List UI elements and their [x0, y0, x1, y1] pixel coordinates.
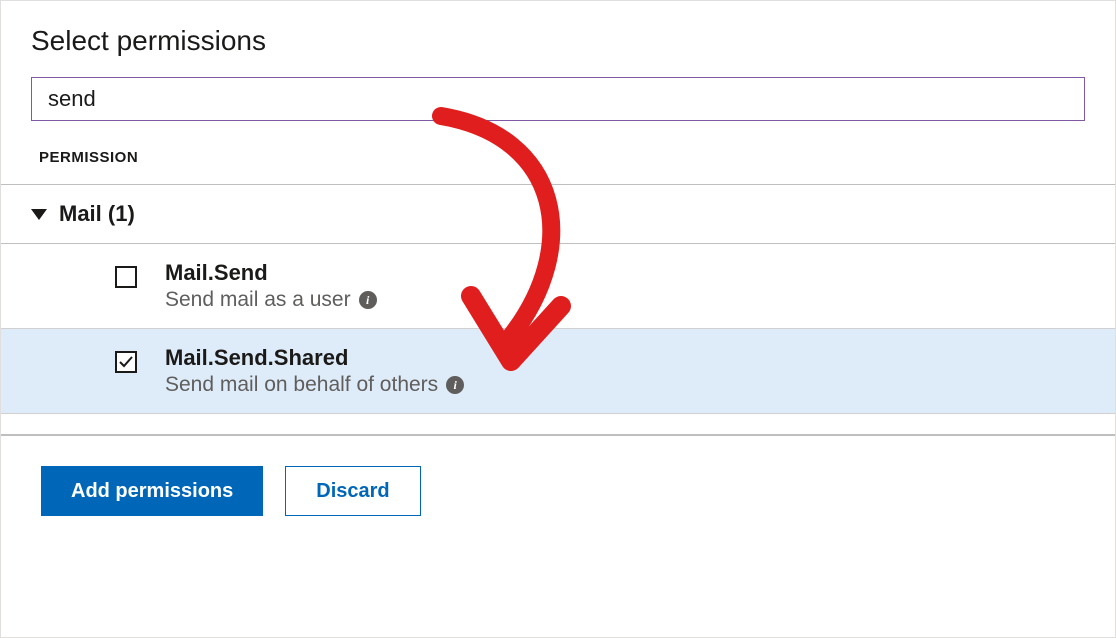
info-icon[interactable]: i	[446, 376, 464, 394]
permission-row[interactable]: Mail.Send.Shared Send mail on behalf of …	[1, 329, 1115, 414]
checkbox-mail-send-shared[interactable]	[115, 351, 137, 373]
footer: Add permissions Discard	[1, 436, 1115, 546]
search-box[interactable]	[31, 77, 1085, 121]
permission-name: Mail.Send.Shared	[165, 345, 464, 371]
caret-down-icon	[31, 209, 47, 220]
info-icon[interactable]: i	[359, 291, 377, 309]
permission-text: Mail.Send.Shared Send mail on behalf of …	[165, 345, 464, 397]
add-permissions-button[interactable]: Add permissions	[41, 466, 263, 516]
permission-desc: Send mail on behalf of others i	[165, 373, 464, 397]
column-header-permission: PERMISSION	[1, 121, 1115, 185]
search-input[interactable]	[46, 85, 1070, 113]
discard-button[interactable]: Discard	[285, 466, 420, 516]
panel-title: Select permissions	[1, 1, 1115, 77]
permission-text: Mail.Send Send mail as a user i	[165, 260, 377, 312]
permission-desc: Send mail as a user i	[165, 288, 377, 312]
group-label: Mail (1)	[59, 201, 135, 227]
permission-name: Mail.Send	[165, 260, 377, 286]
permissions-panel: Select permissions PERMISSION Mail (1) M…	[0, 0, 1116, 638]
checkbox-mail-send[interactable]	[115, 266, 137, 288]
permission-row[interactable]: Mail.Send Send mail as a user i	[1, 244, 1115, 329]
group-mail[interactable]: Mail (1)	[1, 185, 1115, 244]
